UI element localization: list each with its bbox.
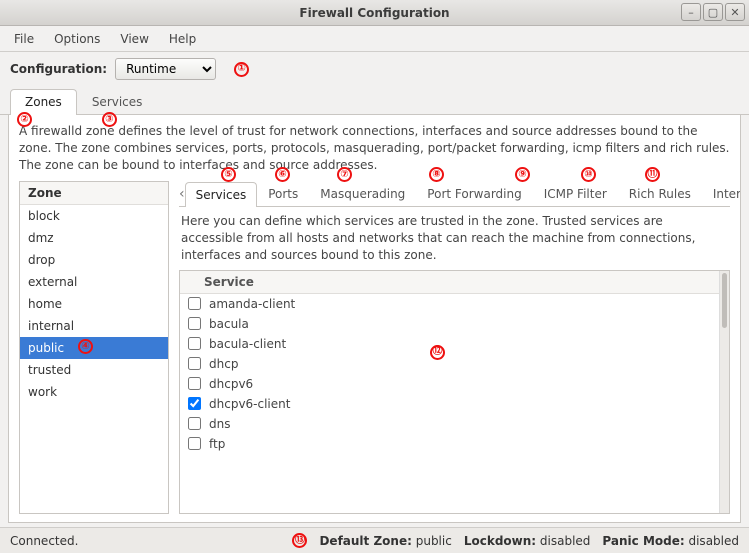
services-header: Service bbox=[180, 271, 719, 294]
subtab-icmp-filter[interactable]: ICMP Filter bbox=[533, 181, 618, 206]
service-checkbox-bacula-client[interactable] bbox=[188, 337, 201, 350]
zone-list: Zone blockdmzdropexternalhomeinternalpub… bbox=[19, 181, 169, 514]
sub-tabs: ‹ ServicesPortsMasqueradingPort Forwardi… bbox=[179, 181, 730, 207]
annotation-8: ⑧ bbox=[429, 167, 444, 182]
service-label-ftp: ftp bbox=[209, 437, 225, 451]
service-row-dhcpv6-client: dhcpv6-client bbox=[180, 394, 719, 414]
service-checkbox-dns[interactable] bbox=[188, 417, 201, 430]
zone-item-drop[interactable]: drop bbox=[20, 249, 168, 271]
services-table: Service amanda-client bacula bacula-client… bbox=[179, 270, 730, 514]
service-checkbox-dhcpv6[interactable] bbox=[188, 377, 201, 390]
zone-item-external[interactable]: external bbox=[20, 271, 168, 293]
subtab-ports[interactable]: Ports bbox=[257, 181, 309, 206]
minimize-button[interactable]: – bbox=[681, 3, 701, 21]
annotation-10: ⑩ bbox=[581, 167, 596, 182]
service-checkbox-ftp[interactable] bbox=[188, 437, 201, 450]
service-row-bacula: bacula bbox=[180, 314, 719, 334]
configuration-label: Configuration: bbox=[10, 62, 107, 76]
zone-item-trusted[interactable]: trusted bbox=[20, 359, 168, 381]
zone-item-block[interactable]: block bbox=[20, 205, 168, 227]
main-panel: A firewalld zone defines the level of tr… bbox=[8, 115, 741, 523]
title-bar: Firewall Configuration – ▢ ✕ bbox=[0, 0, 749, 26]
zone-item-home[interactable]: home bbox=[20, 293, 168, 315]
annotation-6: ⑥ bbox=[275, 167, 290, 182]
subtab-interfaces[interactable]: Interfaces bbox=[702, 181, 741, 206]
zone-item-dmz[interactable]: dmz bbox=[20, 227, 168, 249]
menu-bar: File Options View Help bbox=[0, 26, 749, 52]
tab-services[interactable]: Services ③ bbox=[77, 89, 158, 115]
annotation-13: ⑬ bbox=[292, 533, 307, 548]
annotation-11: ⑪ bbox=[645, 167, 660, 182]
annotation-4: ④ bbox=[78, 339, 93, 354]
annotation-3: ③ bbox=[102, 112, 117, 127]
subtab-rich-rules[interactable]: Rich Rules bbox=[618, 181, 702, 206]
annotation-9: ⑨ bbox=[515, 167, 530, 182]
service-label-dns: dns bbox=[209, 417, 230, 431]
primary-tabs: Zones ② Services ③ bbox=[0, 88, 749, 115]
maximize-button[interactable]: ▢ bbox=[703, 3, 723, 21]
annotation-2: ② bbox=[17, 112, 32, 127]
service-checkbox-bacula[interactable] bbox=[188, 317, 201, 330]
annotation-1: ① bbox=[234, 62, 249, 77]
service-row-dhcp: dhcp bbox=[180, 354, 719, 374]
services-scrollbar[interactable] bbox=[719, 271, 729, 513]
zone-item-work[interactable]: work bbox=[20, 381, 168, 403]
menu-options[interactable]: Options bbox=[46, 29, 108, 49]
service-label-dhcp: dhcp bbox=[209, 357, 238, 371]
services-description: Here you can define which services are t… bbox=[179, 207, 730, 269]
zone-list-header: Zone bbox=[20, 182, 168, 205]
scrollbar-thumb[interactable] bbox=[722, 273, 727, 328]
service-row-ftp: ftp bbox=[180, 434, 719, 454]
annotation-12: ⑫ bbox=[430, 345, 445, 360]
service-label-dhcpv6: dhcpv6 bbox=[209, 377, 253, 391]
service-row-dhcpv6: dhcpv6 bbox=[180, 374, 719, 394]
window-title: Firewall Configuration bbox=[299, 6, 449, 20]
subtab-services[interactable]: Services bbox=[185, 182, 258, 207]
service-label-dhcpv6-client: dhcpv6-client bbox=[209, 397, 290, 411]
menu-view[interactable]: View bbox=[112, 29, 156, 49]
zone-item-public[interactable]: public④ bbox=[20, 337, 168, 359]
status-panic-mode: Panic Mode: disabled bbox=[602, 534, 739, 548]
menu-file[interactable]: File bbox=[6, 29, 42, 49]
service-row-amanda-client: amanda-client bbox=[180, 294, 719, 314]
menu-help[interactable]: Help bbox=[161, 29, 204, 49]
annotation-5: ⑤ bbox=[221, 167, 236, 182]
zone-item-internal[interactable]: internal bbox=[20, 315, 168, 337]
status-connected: Connected. bbox=[10, 534, 78, 548]
tab-zones[interactable]: Zones ② bbox=[10, 89, 77, 115]
tab-services-label: Services bbox=[92, 95, 143, 109]
service-checkbox-amanda-client[interactable] bbox=[188, 297, 201, 310]
service-row-dns: dns bbox=[180, 414, 719, 434]
subtab-port-forwarding[interactable]: Port Forwarding bbox=[416, 181, 532, 206]
service-checkbox-dhcpv6-client[interactable] bbox=[188, 397, 201, 410]
service-row-bacula-client: bacula-client bbox=[180, 334, 719, 354]
zone-description: A firewalld zone defines the level of tr… bbox=[19, 123, 730, 173]
annotation-7: ⑦ bbox=[337, 167, 352, 182]
status-lockdown: Lockdown: disabled bbox=[464, 534, 591, 548]
status-default-zone: Default Zone: public bbox=[319, 534, 451, 548]
service-label-bacula: bacula bbox=[209, 317, 249, 331]
service-label-bacula-client: bacula-client bbox=[209, 337, 286, 351]
configuration-row: Configuration: Runtime ① bbox=[0, 52, 749, 86]
service-checkbox-dhcp[interactable] bbox=[188, 357, 201, 370]
close-button[interactable]: ✕ bbox=[725, 3, 745, 21]
service-label-amanda-client: amanda-client bbox=[209, 297, 295, 311]
tab-zones-label: Zones bbox=[25, 95, 62, 109]
configuration-select[interactable]: Runtime bbox=[115, 58, 216, 80]
zone-detail: ‹ ServicesPortsMasqueradingPort Forwardi… bbox=[179, 181, 730, 514]
status-bar: Connected. ⑬ Default Zone: public Lockdo… bbox=[0, 527, 749, 553]
subtab-masquerading[interactable]: Masquerading bbox=[309, 181, 416, 206]
